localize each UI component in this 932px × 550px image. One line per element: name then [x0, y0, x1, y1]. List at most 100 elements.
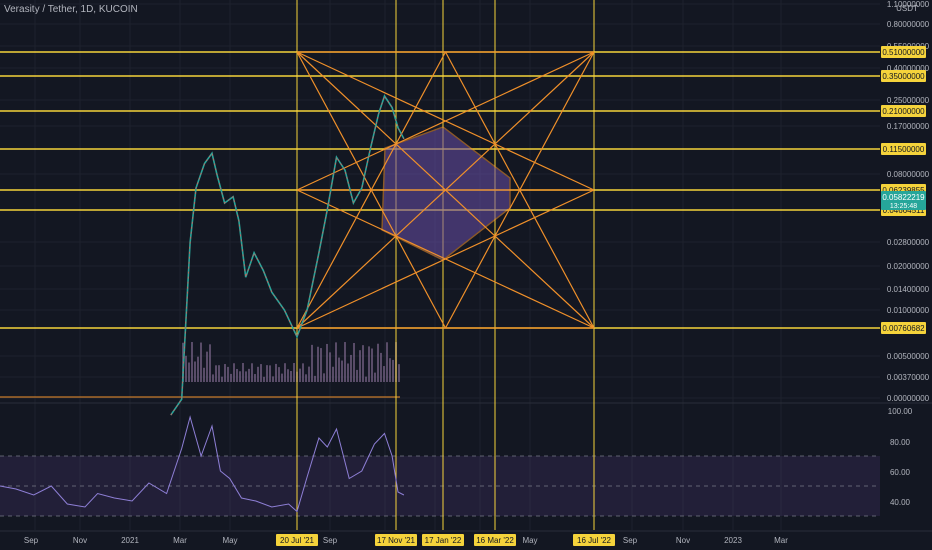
- volume-bar: [188, 362, 190, 382]
- time-tick-8: 2023: [724, 536, 742, 545]
- volume-bar: [347, 363, 349, 382]
- volume-bar: [248, 368, 250, 382]
- rsi-tick-3: 40.00: [890, 498, 911, 507]
- current-price-countdown: 13:25:48: [890, 203, 917, 210]
- volume-bar: [380, 352, 382, 382]
- volume-bar: [278, 367, 280, 382]
- volume-bar: [281, 373, 283, 382]
- volume-bar: [206, 351, 208, 382]
- volume-bar: [323, 373, 325, 382]
- level-badge-text-3: 0.11500000: [883, 145, 925, 154]
- volume-bar: [377, 343, 379, 382]
- volume-bar: [263, 376, 265, 382]
- price-chart[interactable]: 1.100000000.800000000.550000000.40000000…: [0, 0, 932, 550]
- volume-bar: [212, 374, 214, 382]
- volume-bar: [308, 366, 310, 382]
- volume-bar: [257, 366, 259, 382]
- time-tick-2: 2021: [121, 536, 139, 545]
- volume-bar: [302, 363, 304, 382]
- date-badge-text-1: 17 Nov '21: [377, 536, 416, 545]
- volume-bar: [224, 364, 226, 382]
- price-tick-4: 0.25000000: [887, 96, 930, 105]
- volume-bar: [269, 365, 271, 382]
- time-tick-4: May: [222, 536, 237, 545]
- volume-bar: [284, 363, 286, 382]
- volume-bar: [191, 342, 193, 382]
- price-tick-5: 0.17000000: [887, 122, 930, 131]
- volume-bar: [389, 358, 391, 382]
- volume-bar: [272, 376, 274, 382]
- volume-bar: [335, 342, 337, 382]
- volume-bar: [329, 352, 331, 382]
- price-tick-9: 0.01400000: [887, 285, 930, 294]
- volume-bar: [356, 369, 358, 382]
- time-tick-1: Nov: [73, 536, 87, 545]
- level-badge-text-1: 0.35000000: [882, 72, 925, 81]
- volume-bar: [236, 368, 238, 382]
- volume-bar: [239, 371, 241, 382]
- volume-bar: [290, 370, 292, 382]
- price-tick-12: 0.00370000: [887, 373, 930, 382]
- volume-bar: [185, 355, 187, 382]
- price-axis[interactable]: 1.100000000.800000000.550000000.40000000…: [881, 0, 930, 507]
- volume-bar: [266, 365, 268, 382]
- volume-bars: [0, 342, 400, 398]
- volume-bar: [254, 374, 256, 382]
- currency-label: USDT: [896, 4, 918, 13]
- time-axis[interactable]: Sep Nov 2021 Mar May Sep Sep Nov 2023 Mar May 20 Ju…: [0, 530, 932, 546]
- volume-bar: [200, 342, 202, 382]
- star-pattern[interactable]: [296, 51, 595, 329]
- price-tick-10: 0.01000000: [887, 306, 930, 315]
- volume-bar: [338, 357, 340, 382]
- volume-bar: [398, 364, 400, 382]
- rsi-tick-0: 100.00: [888, 407, 913, 416]
- volume-bar: [260, 364, 262, 382]
- date-badge-text-2: 17 Jan '22: [425, 536, 462, 545]
- volume-bar: [392, 359, 394, 382]
- level-badge-text-2: 0.21000000: [882, 107, 925, 116]
- level-badge-text-6: 0.00760682: [882, 324, 925, 333]
- volume-bar: [230, 373, 232, 382]
- volume-bar: [242, 363, 244, 382]
- volume-bar: [317, 346, 319, 382]
- volume-bar: [293, 363, 295, 382]
- time-tick-may-2022: May: [522, 536, 537, 545]
- volume-bar: [227, 366, 229, 382]
- volume-bar: [197, 356, 199, 382]
- volume-bar: [299, 368, 301, 382]
- date-badge-text-0: 20 Jul '21: [280, 536, 315, 545]
- volume-bar: [215, 365, 217, 382]
- volume-bar: [233, 363, 235, 382]
- series: [0, 94, 405, 513]
- volume-bar: [209, 344, 211, 382]
- volume-bar: [383, 366, 385, 382]
- volume-bar: [374, 372, 376, 382]
- volume-bar: [245, 371, 247, 382]
- level-badge-text-0: 0.51000000: [882, 48, 925, 57]
- time-tick-9: Mar: [774, 536, 788, 545]
- volume-bar: [365, 376, 367, 382]
- volume-bar: [314, 375, 316, 382]
- volume-bar: [326, 343, 328, 382]
- volume-bar: [194, 361, 196, 382]
- date-badge-text-3: 16 Mar '22: [476, 536, 514, 545]
- volume-bar: [320, 348, 322, 382]
- rsi-band: [0, 455, 880, 517]
- date-badge-text-4: 16 Jul '22: [577, 536, 612, 545]
- volume-bar: [386, 342, 388, 382]
- price-tick-1: 0.80000000: [887, 20, 930, 29]
- price-tick-8: 0.02000000: [887, 262, 930, 271]
- price-tick-13: 0.00000000: [887, 394, 930, 403]
- time-tick-5: Sep: [323, 536, 338, 545]
- time-tick-6: Sep: [623, 536, 638, 545]
- volume-bar: [344, 342, 346, 382]
- volume-bar: [332, 366, 334, 382]
- time-tick-3: Mar: [173, 536, 187, 545]
- volume-bar: [353, 342, 355, 382]
- volume-bar: [350, 354, 352, 382]
- volume-bar: [218, 365, 220, 382]
- price-tick-7: 0.02800000: [887, 238, 930, 247]
- volume-bar: [203, 367, 205, 382]
- rsi-tick-1: 80.00: [890, 438, 911, 447]
- time-tick-7: Nov: [676, 536, 690, 545]
